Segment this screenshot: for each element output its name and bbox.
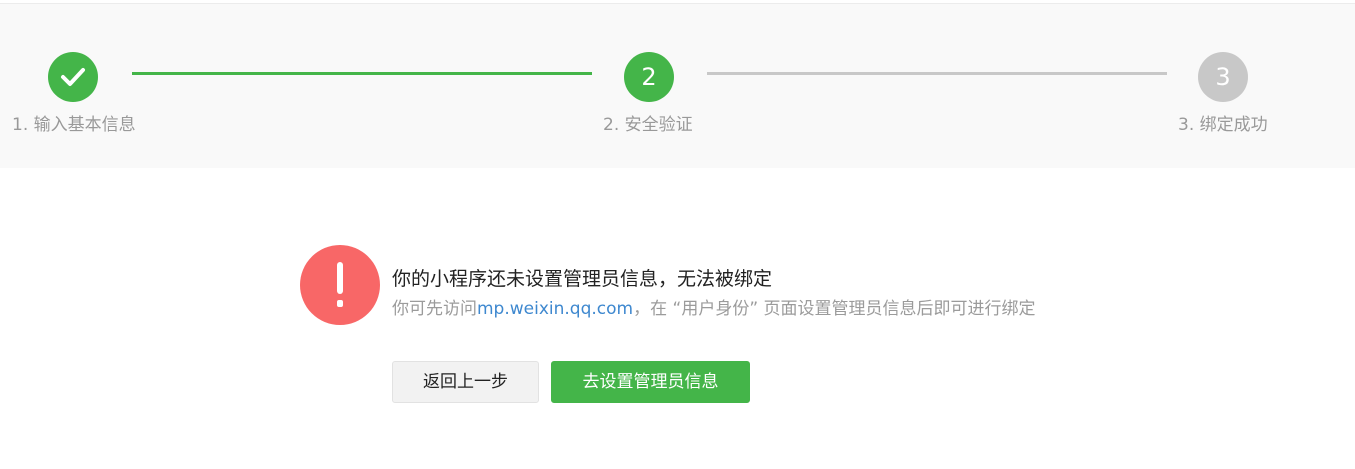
exclamation-icon (300, 245, 380, 325)
step-2-label: 2. 安全验证 (603, 115, 693, 135)
main-content: 你的小程序还未设置管理员信息，无法被绑定 你可先访问mp.weixin.qq.c… (0, 168, 1355, 469)
message-desc-suffix: ，在 “用户身份” 页面设置管理员信息后即可进行绑定 (633, 299, 1036, 319)
back-button[interactable]: 返回上一步 (392, 361, 539, 403)
step-1-label: 1. 输入基本信息 (12, 115, 136, 135)
exclamation-bar (337, 262, 343, 294)
message-title: 你的小程序还未设置管理员信息，无法被绑定 (392, 268, 773, 290)
stepper: 1. 输入基本信息 2 2. 安全验证 3 3. 绑定成功 (0, 4, 1355, 168)
check-icon (61, 68, 85, 86)
message-description: 你可先访问mp.weixin.qq.com，在 “用户身份” 页面设置管理员信息… (392, 294, 1036, 319)
step-2-circle: 2 (624, 52, 674, 102)
step-line-2 (707, 72, 1167, 75)
step-3-label: 3. 绑定成功 (1178, 115, 1268, 135)
exclamation-dot (337, 300, 343, 307)
step-3-circle: 3 (1198, 52, 1248, 102)
message-desc-prefix: 你可先访问 (392, 299, 477, 319)
step-1-circle (48, 52, 98, 102)
set-admin-button[interactable]: 去设置管理员信息 (551, 361, 750, 403)
mp-weixin-link[interactable]: mp.weixin.qq.com (477, 299, 633, 319)
step-line-1 (132, 72, 592, 75)
